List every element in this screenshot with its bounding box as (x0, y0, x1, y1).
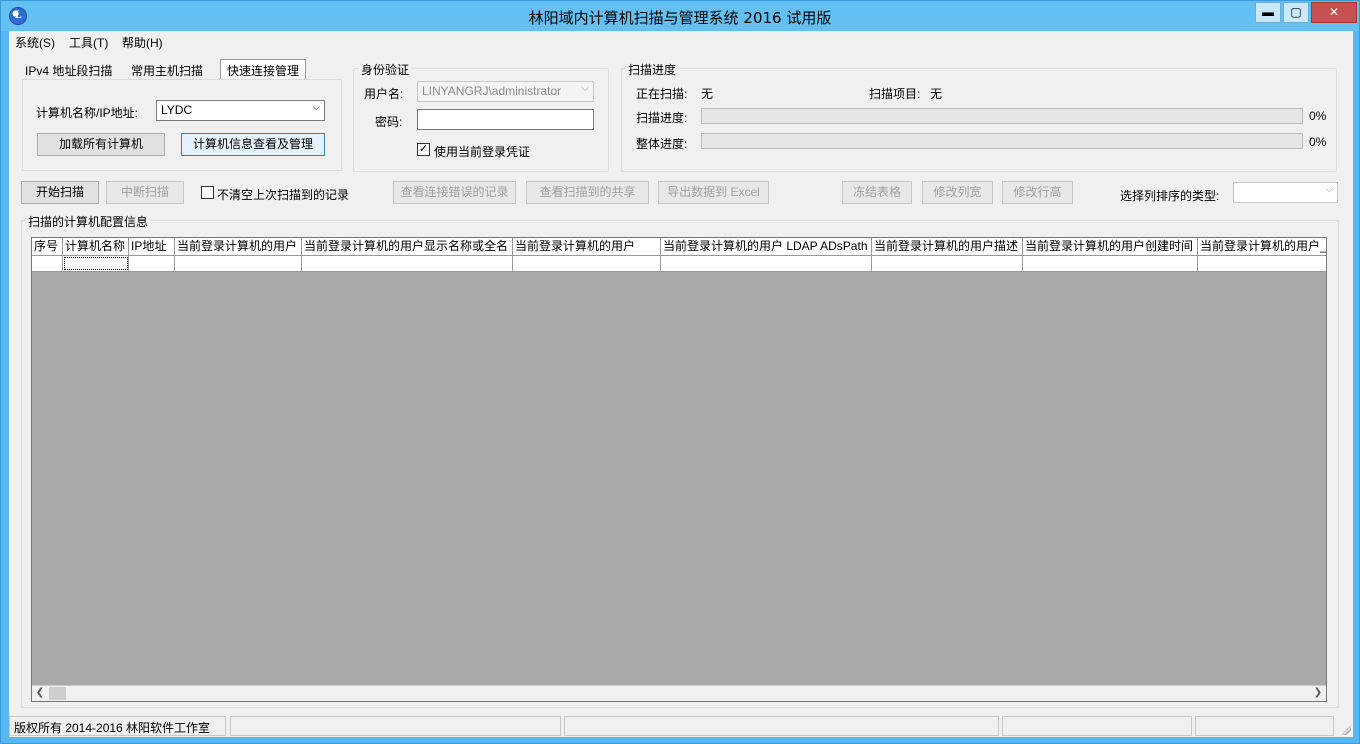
table-cell[interactable] (302, 256, 513, 271)
scan-progress-title: 扫描进度 (626, 61, 679, 78)
app-window: L 林阳域内计算机扫描与管理系统 2016 试用版 ▬ ▢ ✕ 系统(S) 工具… (0, 0, 1360, 744)
scroll-right-icon[interactable]: ❯ (1310, 686, 1326, 701)
start-scan-button[interactable]: 开始扫描 (21, 181, 99, 204)
use-current-credentials-checkbox[interactable]: ✓ (417, 143, 430, 156)
table-cell[interactable] (32, 256, 63, 271)
chevron-down-icon[interactable]: ⌵ (1325, 184, 1333, 195)
table-cell[interactable] (513, 256, 661, 271)
menu-help[interactable]: 帮助(H) (122, 34, 163, 51)
table-row[interactable] (32, 256, 1326, 272)
sort-type-label: 选择列排序的类型: (1120, 189, 1220, 203)
total-progress-bar (701, 133, 1303, 149)
column-header-user-created[interactable]: 当前登录计算机的用户创建时间 (1023, 238, 1198, 255)
quick-connect-panel: 计算机名称/IP地址: LYDC ⌵ 加载所有计算机 计算机信息查看及管理 (22, 79, 342, 171)
auth-group-title: 身份验证 (359, 61, 412, 78)
view-shares-button[interactable]: 查看扫描到的共享 (526, 181, 649, 204)
export-excel-button[interactable]: 导出数据到 Excel (658, 181, 769, 204)
status-copyright: 版权所有 2014-2016 林阳软件工作室 (9, 716, 226, 736)
grid-empty-area (32, 273, 1326, 685)
table-cell[interactable] (175, 256, 302, 271)
modify-row-height-button[interactable]: 修改行高 (1002, 181, 1073, 204)
keep-records-label: 不清空上次扫描到的记录 (217, 188, 350, 202)
status-bar: 版权所有 2014-2016 林阳软件工作室 (9, 714, 1353, 737)
window-title: 林阳域内计算机扫描与管理系统 2016 试用版 (528, 9, 832, 27)
minimize-button[interactable]: ▬ (1255, 2, 1281, 23)
table-cell[interactable] (129, 256, 175, 271)
column-header-ip[interactable]: IP地址 (129, 238, 175, 255)
column-header-user-display-name[interactable]: 当前登录计算机的用户显示名称或全名 (302, 238, 513, 255)
table-cell[interactable] (661, 256, 872, 271)
data-grid[interactable]: 序号 计算机名称 IP地址 当前登录计算机的用户 当前登录计算机的用户显示名称或… (31, 237, 1327, 702)
close-button[interactable]: ✕ (1311, 2, 1357, 23)
table-cell[interactable] (1198, 256, 1326, 271)
keep-records-checkbox[interactable] (201, 186, 214, 199)
client-area: 系统(S) 工具(T) 帮助(H) IPv4 地址段扫描 常用主机扫描 快速连接… (9, 31, 1353, 737)
column-header-ldap-adspath[interactable]: 当前登录计算机的用户 LDAP ADsPath (661, 238, 872, 255)
scroll-thumb[interactable] (49, 687, 66, 700)
total-progress-percent: 0% (1309, 135, 1327, 149)
scroll-left-icon[interactable]: ❮ (32, 686, 48, 701)
total-progress-label: 整体进度: (636, 137, 688, 151)
table-cell[interactable] (63, 256, 129, 271)
scan-progress-percent: 0% (1309, 109, 1327, 123)
scan-item-label: 扫描项目: (869, 87, 921, 101)
menu-tools[interactable]: 工具(T) (69, 34, 108, 51)
scanning-label: 正在扫描: (636, 87, 688, 101)
chevron-down-icon[interactable]: ⌵ (312, 102, 320, 113)
username-combo[interactable]: LINYANGRJ\administrator ⌵ (417, 81, 594, 102)
use-current-credentials-label: 使用当前登录凭证 (434, 145, 531, 159)
tab-common-host-scan[interactable]: 常用主机扫描 (131, 62, 203, 79)
scan-progress-group: 扫描进度 正在扫描: 无 扫描项目: 无 扫描进度: 0% 整体进度: 0% (621, 61, 1337, 172)
column-header-computer-name[interactable]: 计算机名称 (63, 238, 129, 255)
status-panel-4 (1002, 716, 1192, 736)
username-value: LINYANGRJ\administrator (422, 84, 562, 98)
freeze-table-button[interactable]: 冻结表格 (842, 181, 912, 204)
menu-system[interactable]: 系统(S) (15, 34, 55, 51)
sort-type-combo[interactable]: ⌵ (1233, 182, 1338, 203)
modify-col-width-button[interactable]: 修改列宽 (922, 181, 993, 204)
scan-progress-bar (701, 108, 1303, 124)
load-all-computers-button[interactable]: 加载所有计算机 (37, 133, 165, 156)
computer-name-combo[interactable]: LYDC ⌵ (156, 100, 325, 121)
grid-header: 序号 计算机名称 IP地址 当前登录计算机的用户 当前登录计算机的用户显示名称或… (32, 238, 1326, 256)
horizontal-scrollbar[interactable]: ❮ ❯ (32, 685, 1326, 701)
computer-name-label: 计算机名称/IP地址: (36, 106, 139, 120)
title-bar[interactable]: L 林阳域内计算机扫描与管理系统 2016 试用版 ▬ ▢ ✕ (1, 1, 1359, 31)
auth-group: 身份验证 用户名: LINYANGRJ\administrator ⌵ 密码: … (353, 61, 609, 172)
maximize-button[interactable]: ▢ (1283, 2, 1309, 23)
column-header-user-description[interactable]: 当前登录计算机的用户描述 (872, 238, 1023, 255)
status-panel-3 (564, 716, 999, 736)
status-panel-2 (230, 716, 561, 736)
stop-scan-button[interactable]: 中断扫描 (106, 181, 184, 204)
scan-progress-label: 扫描进度: (636, 111, 688, 125)
tab-ipv4-scan[interactable]: IPv4 地址段扫描 (25, 62, 112, 79)
table-cell[interactable] (872, 256, 1023, 271)
column-header-current-user[interactable]: 当前登录计算机的用户 (175, 238, 302, 255)
password-label: 密码: (375, 115, 403, 129)
tab-quick-connect[interactable]: 快速连接管理 (220, 59, 307, 81)
chevron-down-icon[interactable]: ⌵ (581, 83, 589, 94)
grid-title: 扫描的计算机配置信息 (26, 213, 151, 230)
table-cell[interactable] (1023, 256, 1198, 271)
scan-item-value: 无 (930, 87, 943, 101)
computer-name-value: LYDC (161, 103, 193, 117)
menu-bar: 系统(S) 工具(T) 帮助(H) (9, 31, 1353, 51)
resize-grip-icon[interactable] (1341, 725, 1351, 735)
column-header-index[interactable]: 序号 (32, 238, 63, 255)
username-label: 用户名: (364, 87, 404, 101)
computer-info-manage-button[interactable]: 计算机信息查看及管理 (181, 133, 325, 156)
view-errors-button[interactable]: 查看连接错误的记录 (393, 181, 516, 204)
column-header-user-more[interactable]: 当前登录计算机的用户_ (1198, 238, 1326, 255)
column-header-current-user-2[interactable]: 当前登录计算机的用户 (513, 238, 661, 255)
password-field[interactable] (417, 109, 594, 130)
status-panel-5 (1195, 716, 1334, 736)
scanning-value: 无 (701, 87, 714, 101)
